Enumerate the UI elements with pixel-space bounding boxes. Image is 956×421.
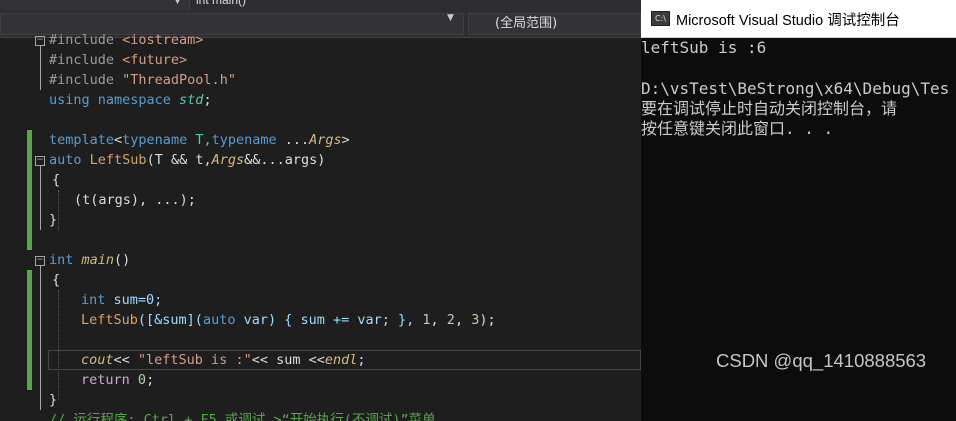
- token: <: [114, 132, 123, 148]
- console-line: D:\vsTest\BeStrong\x64\Debug\Tes: [641, 79, 950, 98]
- token: auto: [202, 312, 236, 328]
- token: }: [49, 392, 58, 408]
- token: Args: [309, 132, 342, 148]
- token: cout: [81, 352, 114, 368]
- code-line: int main(): [0, 250, 641, 270]
- token: 2: [446, 312, 455, 328]
- console-line: leftSub is :6: [641, 38, 767, 57]
- chevron-down-icon[interactable]: ▼: [174, 0, 188, 10]
- token: LeftSub: [89, 152, 147, 168]
- code-line: using namespace std;: [0, 90, 641, 110]
- token: ,: [430, 312, 447, 328]
- token: #include: [49, 32, 123, 48]
- token: <<: [113, 352, 138, 368]
- token: int: [49, 252, 74, 268]
- token: return: [81, 372, 130, 388]
- token: ...: [276, 132, 310, 148]
- token: ;: [203, 92, 212, 108]
- member-dropdown[interactable]: int main(): [196, 0, 356, 10]
- token: ;: [357, 352, 366, 368]
- token: );: [479, 312, 496, 328]
- console-line: 按任意键关闭此窗口. . .: [641, 119, 834, 138]
- code-line: {: [0, 170, 641, 190]
- chevron-down-icon[interactable]: ▼: [447, 13, 454, 23]
- token: << sum <<: [251, 352, 325, 368]
- token: template: [49, 132, 115, 148]
- console-title-bar[interactable]: C:\ Microsoft Visual Studio 调试控制台: [641, 0, 956, 38]
- token: std: [179, 92, 204, 108]
- code-line: // 运行程序: Ctrl + F5 或调试 >“开始执行(不调试)”菜单: [0, 410, 641, 421]
- token: LeftSub: [81, 312, 138, 328]
- token: #include: [49, 52, 123, 68]
- code-line: }: [0, 390, 641, 410]
- code-line: }: [0, 210, 641, 230]
- code-line: return 0;: [0, 370, 641, 390]
- token: ;: [146, 372, 155, 388]
- code-line: template<typename T,typename ...Args>: [0, 130, 641, 150]
- token: main: [81, 252, 115, 268]
- code-line: {: [0, 270, 641, 290]
- token: 0: [137, 372, 147, 388]
- code-line: (t(args), ...);: [0, 190, 641, 210]
- code-line: #include "ThreadPool.h": [0, 70, 641, 90]
- console-line: 要在调试停止时自动关闭控制台，请: [641, 99, 898, 118]
- token: <iostream>: [122, 32, 204, 48]
- console-app-icon: C:\: [651, 11, 670, 26]
- file-dropdown[interactable]: ▼: [0, 0, 190, 10]
- token: auto: [49, 152, 82, 168]
- token: 1: [422, 312, 431, 328]
- token: (t(args), ...);: [74, 192, 196, 208]
- token: ([&sum](: [137, 312, 203, 328]
- token: namespace: [89, 92, 180, 108]
- token: endl: [324, 352, 358, 368]
- debug-console-window[interactable]: C:\ Microsoft Visual Studio 调试控制台 leftSu…: [641, 0, 956, 421]
- code-line: #include <iostream>: [0, 30, 641, 50]
- token: &&...args): [244, 152, 326, 168]
- token: typename: [211, 132, 277, 148]
- code-line: auto LeftSub(T && t,Args&&...args): [0, 150, 641, 170]
- token: {: [52, 172, 61, 188]
- watermark-text: CSDN @qq_1410888563: [716, 350, 927, 371]
- token: typename: [122, 132, 188, 148]
- token: using: [49, 92, 90, 108]
- token: ,: [454, 312, 472, 328]
- comment: // 运行程序: Ctrl + F5 或调试 >“开始执行(不调试)”菜单: [49, 412, 436, 421]
- code-lines[interactable]: #include <iostream> #include <future> #i…: [0, 30, 641, 421]
- token: }: [49, 212, 58, 228]
- token: sum=0;: [105, 292, 163, 308]
- token: <future>: [122, 52, 188, 68]
- token: "leftSub is :": [137, 352, 252, 368]
- console-title: Microsoft Visual Studio 调试控制台: [676, 13, 900, 29]
- token: >: [341, 132, 350, 148]
- code-line: LeftSub([&sum](auto var) { sum += var; }…: [0, 310, 641, 330]
- token: Args: [211, 152, 245, 168]
- token: (): [114, 252, 131, 268]
- code-line: cout<< "leftSub is :"<< sum <<endl;: [0, 350, 641, 370]
- editor-top-strip: ▼ int main(): [0, 0, 641, 10]
- token: {: [52, 272, 61, 288]
- code-line: #include <future>: [0, 50, 641, 70]
- token: #include: [49, 72, 123, 88]
- token: T,: [187, 132, 212, 148]
- code-line: int sum=0;: [0, 290, 641, 310]
- token: "ThreadPool.h": [122, 72, 236, 88]
- token: (T && t,: [146, 152, 212, 168]
- token: int: [81, 292, 106, 308]
- token: var) { sum += var; },: [235, 312, 423, 328]
- code-editor[interactable]: ▼ int main() ▼ (全局范围) − − − #include <io…: [0, 0, 641, 421]
